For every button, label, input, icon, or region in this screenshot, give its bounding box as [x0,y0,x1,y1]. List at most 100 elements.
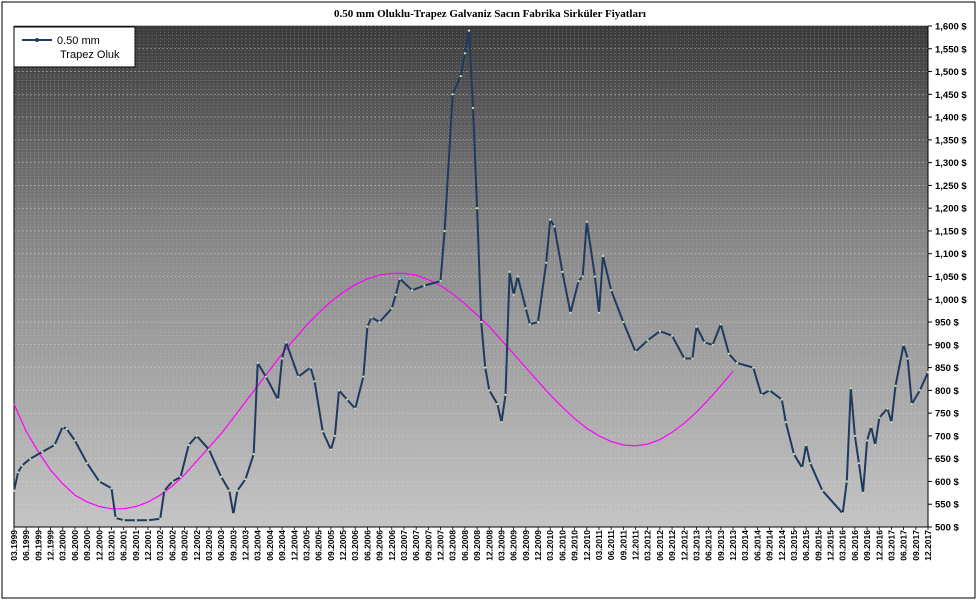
x-tick-label: 06.2005 [314,530,324,561]
x-tick-label: 12.2012 [679,530,689,561]
x-tick-label: 12.2002 [192,530,202,561]
x-tick-label: 09.2015 [813,530,823,561]
series-point [809,462,812,465]
x-tick-label: 03.2011 [594,530,604,561]
x-tick-label: 06.2000 [70,530,80,561]
series-point [524,307,527,310]
y-tick-label: 1,000 $ [935,295,967,306]
x-tick-label: 09.2012 [667,530,677,561]
series-point [159,517,162,520]
x-tick-label: 03.2001 [106,530,116,561]
y-tick-label: 750 $ [935,409,959,420]
x-tick-label: 09.2008 [472,530,482,561]
series-point [337,389,341,392]
series-point [906,357,909,360]
series-point [443,229,446,233]
series-point [512,293,515,296]
y-tick-label: 1,350 $ [935,135,967,146]
series-point [902,343,905,346]
series-point [65,428,68,431]
series-point [220,475,223,478]
y-tick-label: 1,100 $ [935,249,967,260]
series-point [870,425,873,428]
series-point [610,289,613,292]
x-tick-label: 09.2005 [326,530,336,561]
legend-box [13,26,136,68]
x-tick-label: 12.2014 [777,530,787,561]
series-point [622,320,625,324]
series-point [886,407,889,410]
x-tick-label: 06.2006 [362,530,372,561]
series-point [171,480,174,483]
series-point [484,366,487,369]
y-tick-label: 1,250 $ [935,181,967,192]
x-tick-label: 12.2003 [241,530,251,561]
series-point [12,489,16,492]
series-point [585,220,588,223]
x-tick-label: 06.2012 [655,530,665,561]
series-point [504,393,507,396]
legend-entry: 0.50 mm [57,35,100,47]
series-point [398,277,401,280]
series-point [276,398,280,401]
x-tick-label: 06.2017 [899,530,909,561]
series-point [736,361,739,365]
series-point [134,519,137,522]
series-point [281,357,284,360]
x-tick-label: 12.2007 [436,530,446,561]
x-tick-label: 03.2016 [838,530,848,561]
x-tick-label: 12.2016 [874,530,884,561]
y-tick-label: 500 $ [935,523,959,534]
series-point [147,519,150,522]
x-tick-label: 06.2009 [509,530,519,561]
series-point [577,280,580,283]
x-tick-label: 03.2003 [204,530,214,561]
series-point [207,448,211,451]
series-point [784,421,787,424]
series-point [309,366,312,369]
x-tick-label: 12.1999 [46,530,56,561]
series-point [122,519,125,522]
x-tick-label: 09.2004 [277,530,287,561]
series-point [658,330,662,333]
series-point [760,393,763,396]
series-point [439,280,442,283]
price-line-chart: 0.50 mm Oluklu-Trapez Galvaniz Sacın Fab… [0,0,977,600]
x-tick-label: 03.2013 [691,530,701,561]
y-tick-label: 1,150 $ [935,226,967,237]
x-tick-label: 09.2007 [423,530,433,561]
series-point [711,343,714,346]
series-point [471,106,475,110]
x-tick-label: 12.2017 [923,530,933,561]
series-point [549,218,552,221]
series-point [561,270,564,273]
x-tick-label: 03.1999 [9,530,19,561]
series-point [792,453,796,456]
y-tick-label: 700 $ [935,431,959,442]
series-point [244,478,247,481]
x-tick-label: 12.2015 [826,530,836,561]
series-point [21,464,24,467]
y-tick-label: 1,500 $ [935,67,967,78]
legend-marker [35,38,39,42]
series-point [508,270,511,273]
series-point [467,29,471,32]
y-tick-label: 1,400 $ [935,113,967,124]
x-tick-label: 06.2003 [216,530,226,561]
chart-title: 0.50 mm Oluklu-Trapez Galvaniz Sacın Fab… [334,8,646,20]
series-point [841,512,844,515]
series-point [500,421,503,424]
x-tick-label: 12.2010 [582,530,592,561]
series-point [634,350,637,353]
series-point [256,361,259,365]
x-tick-label: 03.2010 [545,530,555,561]
series-point [53,443,56,447]
series-point [488,389,491,392]
x-tick-label: 09.2011 [618,530,628,561]
series-point [597,311,601,314]
x-tick-label: 06.2010 [557,530,567,561]
series-point [264,375,267,378]
series-point [601,254,605,258]
series-point [496,402,499,406]
x-tick-label: 12.2005 [338,530,348,561]
